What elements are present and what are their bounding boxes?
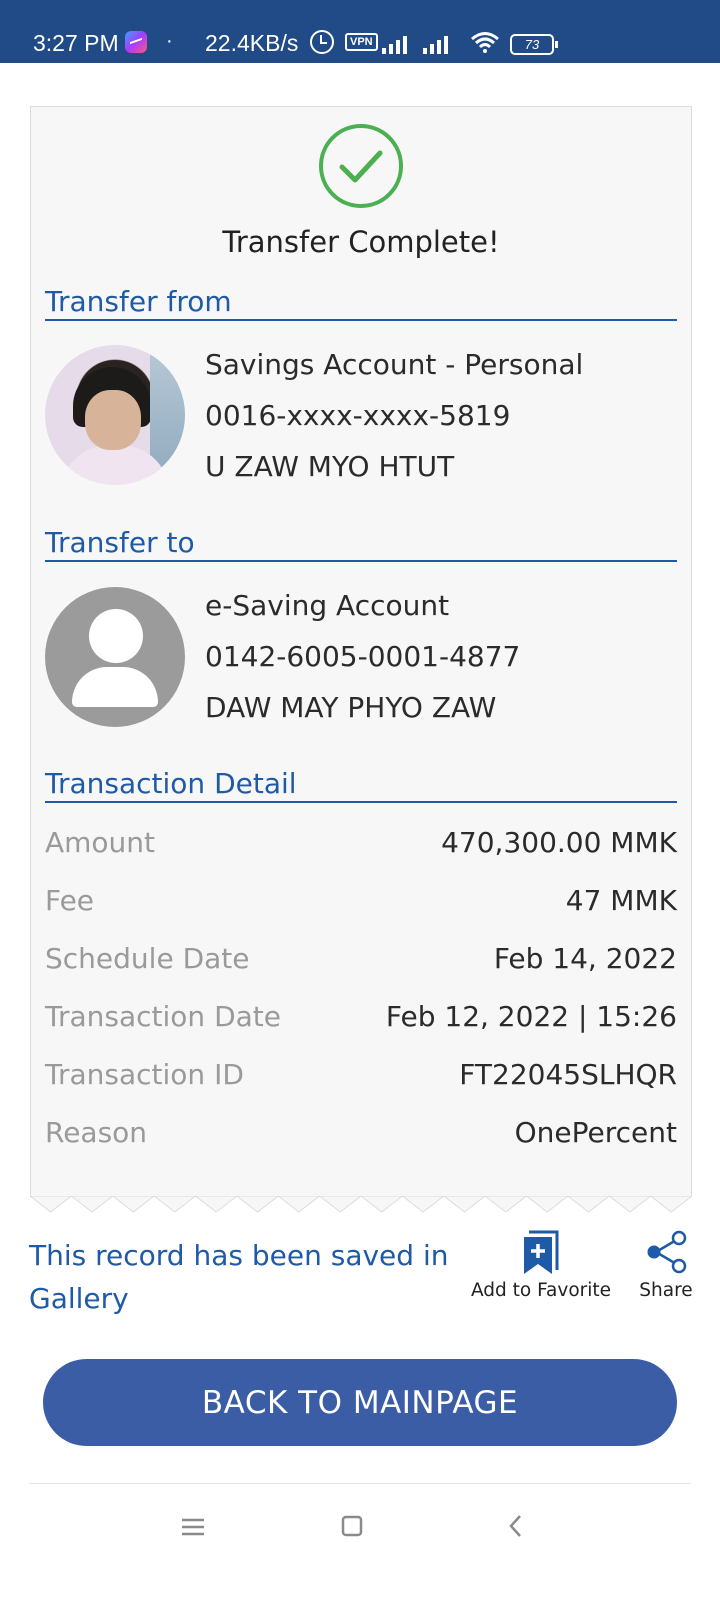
detail-row-amount: Amount 470,300.00 MMK [45, 826, 677, 866]
detail-label: Amount [45, 826, 156, 859]
transfer-receipt: Transfer Complete! Transfer from Savings… [30, 106, 692, 1197]
detail-row-transaction-id: Transaction ID FT22045SLHQR [45, 1058, 677, 1098]
network-speed: 22.4KB/s [205, 30, 299, 56]
battery-icon: 73 [510, 34, 558, 55]
menu-nav-icon[interactable] [180, 1510, 206, 1544]
share-icon [647, 1230, 687, 1274]
sender-account-type: Savings Account - Personal [205, 348, 584, 381]
messenger-icon [125, 31, 147, 53]
success-check-icon [319, 124, 403, 208]
person-icon [89, 609, 143, 663]
detail-value: Feb 12, 2022 | 15:26 [385, 1000, 677, 1033]
detail-label: Schedule Date [45, 942, 250, 975]
detail-label: Fee [45, 884, 95, 917]
transaction-detail-heading: Transaction Detail [45, 767, 677, 803]
detail-row-fee: Fee 47 MMK [45, 884, 677, 924]
home-nav-icon[interactable] [340, 1510, 364, 1544]
share-label: Share [639, 1280, 693, 1301]
back-to-mainpage-button[interactable]: BACK TO MAINPAGE [43, 1359, 677, 1446]
sender-name: U ZAW MYO HTUT [205, 450, 455, 483]
page-title: Transfer Complete! [222, 225, 500, 259]
signal-icon [423, 34, 455, 54]
receipt-torn-edge [30, 1196, 692, 1213]
bookmark-plus-icon [524, 1230, 559, 1274]
back-nav-icon[interactable] [506, 1510, 526, 1544]
detail-value: OnePercent [514, 1116, 677, 1149]
wifi-icon [471, 32, 499, 53]
recipient-account-type: e-Saving Account [205, 589, 450, 622]
sender-account-number: 0016-xxxx-xxxx-5819 [205, 399, 511, 432]
detail-label: Transaction Date [45, 1000, 282, 1033]
vpn-icon: VPN [345, 33, 378, 51]
detail-value: Feb 14, 2022 [493, 942, 677, 975]
share-button[interactable]: Share [626, 1230, 706, 1301]
detail-row-transaction-date: Transaction Date Feb 12, 2022 | 15:26 [45, 1000, 677, 1040]
nav-divider [29, 1483, 691, 1484]
detail-row-schedule-date: Schedule Date Feb 14, 2022 [45, 942, 677, 982]
recipient-name: DAW MAY PHYO ZAW [205, 691, 497, 724]
detail-row-reason: Reason OnePercent [45, 1116, 677, 1156]
sender-avatar [45, 345, 185, 485]
add-to-favorite-label: Add to Favorite [470, 1280, 612, 1301]
detail-value: FT22045SLHQR [459, 1058, 677, 1091]
detail-label: Transaction ID [45, 1058, 244, 1091]
status-dot: · [166, 30, 173, 52]
status-bar: 3:27 PM · 22.4KB/s VPN 73 [0, 0, 720, 63]
signal-icon [382, 34, 414, 54]
recipient-account-number: 0142-6005-0001-4877 [205, 640, 521, 673]
saved-to-gallery-message: This record has been saved in Gallery [29, 1239, 449, 1315]
detail-value: 47 MMK [565, 884, 677, 917]
transfer-to-heading: Transfer to [45, 526, 677, 562]
status-time: 3:27 PM [33, 30, 119, 56]
recipient-avatar [45, 587, 185, 727]
transfer-from-heading: Transfer from [45, 285, 677, 321]
alarm-icon [310, 30, 334, 54]
detail-label: Reason [45, 1116, 148, 1149]
detail-value: 470,300.00 MMK [441, 826, 677, 859]
add-to-favorite-button[interactable]: Add to Favorite [466, 1230, 616, 1301]
